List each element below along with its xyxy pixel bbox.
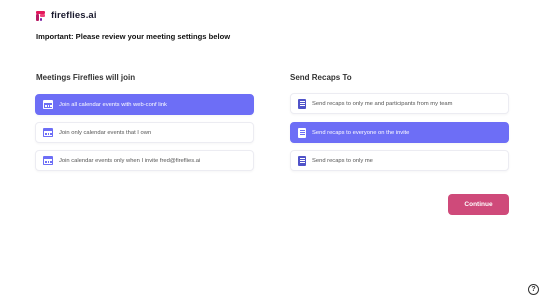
document-icon: [298, 155, 306, 166]
recaps-option-everyone[interactable]: Send recaps to everyone on the invite: [290, 122, 509, 143]
meetings-option-label: Join calendar events only when I invite …: [59, 157, 201, 164]
fireflies-logo-icon: [36, 10, 45, 21]
meetings-option-label: Join only calendar events that I own: [59, 129, 152, 136]
brand-name: fireflies.ai: [51, 10, 97, 21]
continue-button[interactable]: Continue: [448, 194, 509, 215]
recaps-section-title: Send Recaps To: [290, 73, 352, 82]
meetings-section-title: Meetings Fireflies will join: [36, 73, 136, 82]
calendar-icon: [43, 128, 53, 137]
recaps-option-team[interactable]: Send recaps to only me and participants …: [290, 93, 509, 114]
recaps-option-label: Send recaps to only me: [312, 157, 373, 164]
settings-notice: Important: Please review your meeting se…: [36, 32, 231, 41]
recaps-option-only-me[interactable]: Send recaps to only me: [290, 150, 509, 171]
recaps-option-label: Send recaps to everyone on the invite: [312, 129, 410, 136]
meetings-option-own[interactable]: Join only calendar events that I own: [35, 122, 254, 143]
calendar-icon: [43, 100, 53, 109]
brand: fireflies.ai: [36, 10, 97, 21]
help-icon[interactable]: ?: [528, 284, 539, 295]
document-icon: [298, 98, 306, 109]
meetings-option-invite[interactable]: Join calendar events only when I invite …: [35, 150, 254, 171]
recaps-option-label: Send recaps to only me and participants …: [312, 100, 453, 107]
document-icon: [298, 127, 306, 138]
calendar-icon: [43, 156, 53, 165]
meetings-option-label: Join all calendar events with web-conf l…: [59, 101, 167, 108]
meetings-option-web-conf[interactable]: Join all calendar events with web-conf l…: [35, 94, 254, 115]
